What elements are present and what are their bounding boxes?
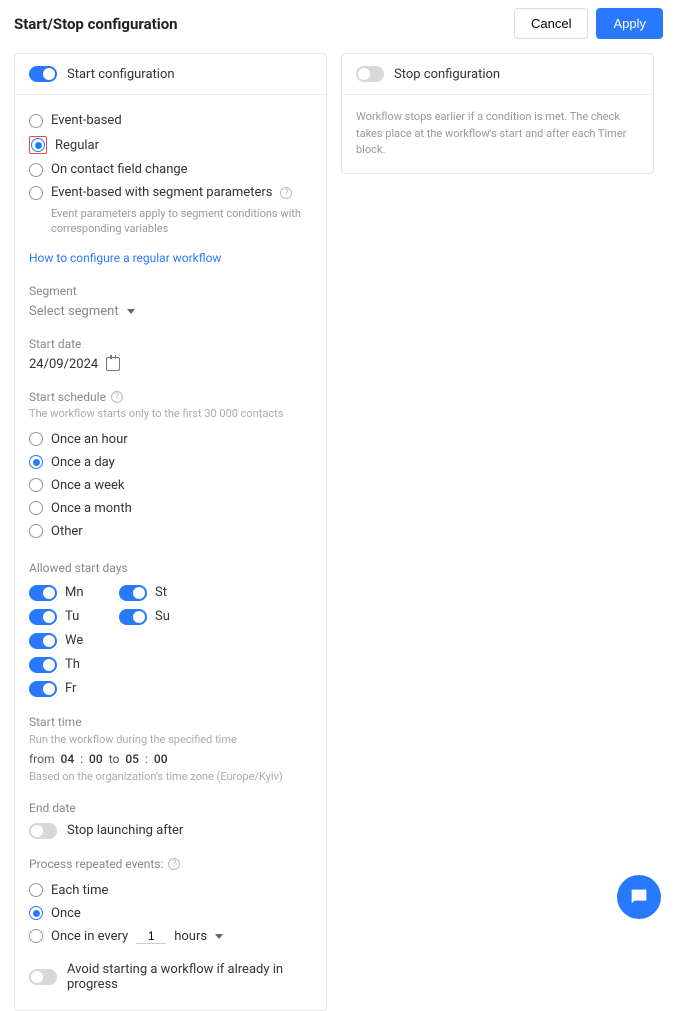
end-date-label: End date xyxy=(29,801,312,815)
tz-note: Based on the organization's time zone (E… xyxy=(29,770,312,783)
calendar-icon[interactable] xyxy=(106,357,120,371)
label-once-hour: Once an hour xyxy=(51,432,128,447)
time-from-h[interactable]: 04 xyxy=(61,752,75,766)
toggle-avoid[interactable] xyxy=(29,969,57,985)
select-segment-text: Select segment xyxy=(29,304,119,319)
start-date-value: 24/09/2024 xyxy=(29,357,98,372)
once-every-unit: hours xyxy=(174,929,207,944)
page-title: Start/Stop configuration xyxy=(14,15,178,33)
chat-fab[interactable] xyxy=(617,875,661,919)
toggle-st[interactable] xyxy=(119,585,147,601)
start-date-label: Start date xyxy=(29,337,312,351)
avoid-label: Avoid starting a workflow if already in … xyxy=(67,962,312,992)
radio-once-month[interactable] xyxy=(29,501,43,515)
label-once-day: Once a day xyxy=(51,455,115,470)
label-once-month: Once a month xyxy=(51,501,132,516)
day-mn: Mn xyxy=(65,585,84,600)
chat-icon xyxy=(628,886,650,908)
allowed-days-label: Allowed start days xyxy=(29,561,312,575)
toggle-su[interactable] xyxy=(119,609,147,625)
label-once-week: Once a week xyxy=(51,478,125,493)
schedule-label: Start schedule xyxy=(29,390,106,404)
time-from-m[interactable]: 00 xyxy=(89,752,103,766)
select-segment-dropdown[interactable]: Select segment xyxy=(29,304,312,319)
apply-button[interactable]: Apply xyxy=(596,8,663,39)
toggle-we[interactable] xyxy=(29,633,57,649)
day-th: Th xyxy=(65,657,80,672)
stop-config-desc: Workflow stops earlier if a condition is… xyxy=(342,95,653,173)
start-config-toggle[interactable] xyxy=(29,66,57,82)
radio-once-day[interactable] xyxy=(29,455,43,469)
start-config-panel: Start configuration Event-based Regular … xyxy=(14,53,327,1011)
help-icon[interactable]: ? xyxy=(168,858,180,870)
label-contact-change: On contact field change xyxy=(51,162,188,177)
schedule-hint: The workflow starts only to the first 30… xyxy=(29,407,312,420)
day-su: Su xyxy=(155,609,170,624)
segment-params-desc: Event parameters apply to segment condit… xyxy=(51,206,312,237)
time-from-label: from xyxy=(29,752,55,766)
cancel-button[interactable]: Cancel xyxy=(514,8,588,39)
stop-launching-label: Stop launching after xyxy=(67,823,183,838)
day-we: We xyxy=(65,633,83,648)
radio-contact-change[interactable] xyxy=(29,163,43,177)
toggle-mn[interactable] xyxy=(29,585,57,601)
radio-once-every[interactable] xyxy=(29,929,43,943)
radio-each-time[interactable] xyxy=(29,883,43,897)
time-to-label: to xyxy=(109,752,120,766)
label-other: Other xyxy=(51,524,83,539)
stop-config-toggle[interactable] xyxy=(356,66,384,82)
chevron-down-icon xyxy=(127,309,135,314)
radio-segment-params[interactable] xyxy=(29,186,43,200)
highlight-regular xyxy=(29,136,47,154)
radio-once[interactable] xyxy=(29,906,43,920)
once-every-value[interactable] xyxy=(136,929,166,944)
segment-label: Segment xyxy=(29,284,312,298)
day-fr: Fr xyxy=(65,681,76,696)
radio-event-based[interactable] xyxy=(29,114,43,128)
radio-once-week[interactable] xyxy=(29,478,43,492)
start-time-hint: Run the workflow during the specified ti… xyxy=(29,733,312,746)
label-regular: Regular xyxy=(55,138,99,153)
radio-regular[interactable] xyxy=(31,138,45,152)
toggle-th[interactable] xyxy=(29,657,57,673)
time-to-m[interactable]: 00 xyxy=(154,752,168,766)
label-event-based: Event-based xyxy=(51,113,122,128)
time-to-h[interactable]: 05 xyxy=(125,752,139,766)
stop-config-panel: Stop configuration Workflow stops earlie… xyxy=(341,53,654,174)
toggle-stop-launching[interactable] xyxy=(29,823,57,839)
day-tu: Tu xyxy=(65,609,79,624)
label-once-every: Once in every xyxy=(51,929,128,944)
radio-once-hour[interactable] xyxy=(29,432,43,446)
start-time-label: Start time xyxy=(29,715,312,729)
help-icon[interactable]: ? xyxy=(111,391,123,403)
day-st: St xyxy=(155,585,167,600)
label-once: Once xyxy=(51,906,81,921)
stop-config-title: Stop configuration xyxy=(394,67,500,82)
start-config-title: Start configuration xyxy=(67,67,175,82)
toggle-tu[interactable] xyxy=(29,609,57,625)
toggle-fr[interactable] xyxy=(29,681,57,697)
repeated-label: Process repeated events: xyxy=(29,857,163,871)
label-segment-params: Event-based with segment parameters xyxy=(51,185,272,200)
radio-other[interactable] xyxy=(29,524,43,538)
help-icon[interactable]: ? xyxy=(280,187,292,199)
help-link[interactable]: How to configure a regular workflow xyxy=(29,251,221,265)
label-each-time: Each time xyxy=(51,883,108,898)
